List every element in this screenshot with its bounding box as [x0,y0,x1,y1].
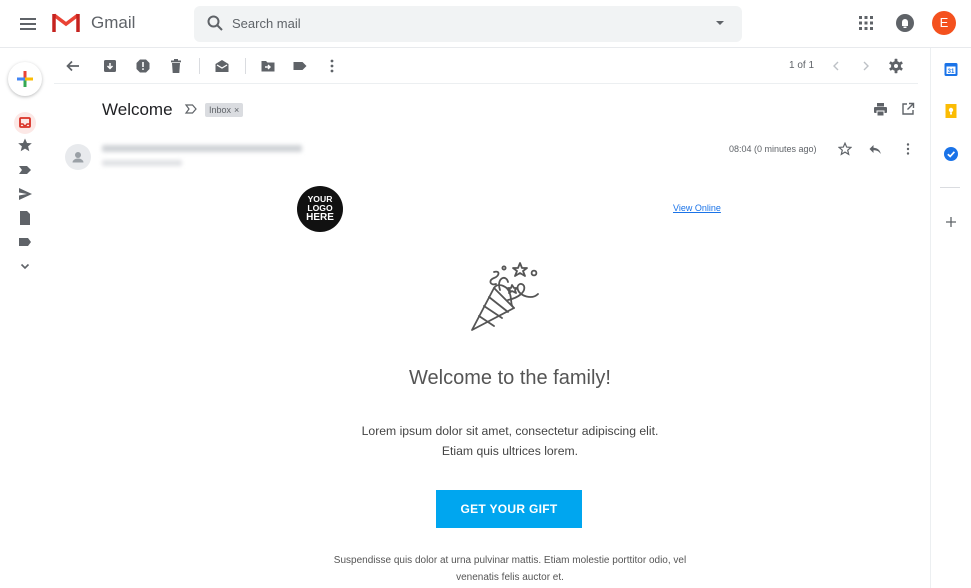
email-footer-text: Suspendisse quis dolor at urna pulvinar … [0,552,971,586]
more-options-icon[interactable] [324,58,340,74]
view-online-link[interactable]: View Online [673,203,721,213]
older-icon[interactable] [858,58,874,74]
important-icon[interactable] [17,162,33,178]
move-to-icon[interactable] [260,58,276,74]
body-line-1: Lorem ipsum dolor sit amet, consectetur … [361,424,659,438]
labels-icon[interactable] [292,58,308,74]
open-new-window-icon[interactable] [901,102,915,116]
app-name[interactable]: Gmail [91,13,135,33]
body-line-2: Etiam quis ultrices lorem. [441,444,579,458]
compose-button[interactable] [8,62,42,96]
calendar-icon[interactable]: 31 [943,61,959,77]
toolbar-divider [199,58,200,74]
main-menu-icon[interactable] [16,12,40,36]
report-spam-icon[interactable] [135,58,151,74]
back-arrow-icon[interactable] [65,58,81,74]
search-options-icon[interactable] [713,16,727,30]
notifications-icon[interactable] [895,13,915,33]
side-panel-divider [930,48,931,588]
archive-icon[interactable] [102,58,118,74]
delete-icon[interactable] [168,58,184,74]
message-subject: Welcome [102,100,173,119]
sender-avatar[interactable] [65,144,91,170]
brand-logo-placeholder: YOUR LOGO HERE [297,186,343,232]
send-icon[interactable] [17,186,33,202]
email-headline: Welcome to the family! [409,367,611,389]
page-count: 1 of 1 [789,60,815,71]
mark-unread-icon[interactable] [214,58,230,74]
footer-line-2: venenatis felis auctor et. [456,572,564,583]
footer-line-1: Suspendisse quis dolor at urna pulvinar … [333,555,687,566]
label-icon[interactable] [17,234,33,250]
gmail-logo-icon[interactable] [52,12,80,34]
toolbar-divider-line [54,83,918,84]
party-popper-icon [466,260,550,334]
file-icon[interactable] [17,210,33,226]
toolbar-divider [245,58,246,74]
get-gift-button[interactable]: GET YOUR GIFT [436,490,582,528]
recipient-blurred[interactable] [102,160,182,166]
settings-gear-icon[interactable] [888,58,904,74]
search-input[interactable] [232,11,692,35]
side-panel-separator [940,187,960,188]
star-icon[interactable] [838,142,852,156]
apps-grid-icon[interactable] [858,15,874,31]
keep-icon[interactable] [943,103,959,119]
email-body-paragraph: Lorem ipsum dolor sit amet, consectetur … [0,421,971,461]
expand-more-icon[interactable] [17,258,33,274]
print-icon[interactable] [873,102,888,117]
inbox-icon[interactable] [14,112,36,134]
sender-name-blurred[interactable] [102,145,302,152]
important-marker-icon[interactable] [184,102,198,116]
label-chip-remove-icon[interactable]: × [234,103,239,117]
logo-line: HERE [306,212,334,223]
svg-text:31: 31 [948,69,955,75]
label-chip-inbox[interactable]: Inbox × [205,103,244,117]
account-avatar[interactable]: E [932,11,956,35]
reply-icon[interactable] [868,142,882,156]
search-icon[interactable] [206,14,224,32]
message-more-icon[interactable] [902,142,914,156]
tasks-icon[interactable] [943,146,959,162]
add-icon[interactable] [943,214,959,230]
star-icon[interactable] [17,137,33,153]
message-timestamp: 08:04 (0 minutes ago) [729,144,817,154]
newer-icon[interactable] [828,58,844,74]
label-chip-text: Inbox [209,105,232,115]
